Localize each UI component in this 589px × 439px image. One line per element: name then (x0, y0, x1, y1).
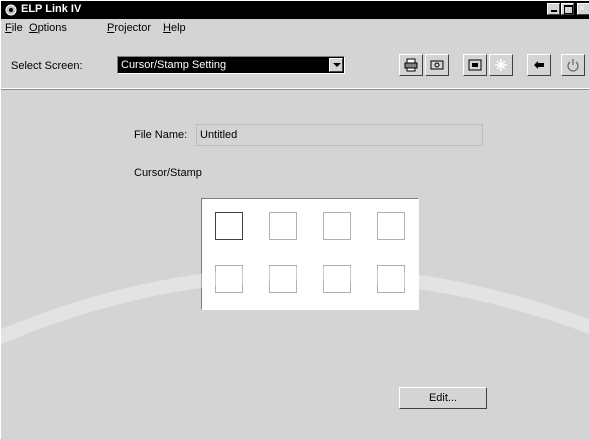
minimize-button[interactable] (547, 3, 560, 15)
maximize-button[interactable] (561, 3, 574, 15)
stamp-slot-5[interactable] (215, 265, 243, 293)
maximize-icon (564, 5, 573, 14)
stamp-slot-3[interactable] (323, 212, 351, 240)
window-title: ELP Link IV (21, 3, 82, 15)
stamp-slot-4[interactable] (377, 212, 405, 240)
menu-projector[interactable]: Projector (107, 22, 151, 34)
pointer-icon (534, 61, 544, 69)
stamp-slot-6[interactable] (269, 265, 297, 293)
title-bar: ELP Link IV × (1, 1, 589, 19)
sparkle-icon (495, 59, 507, 71)
capture-button[interactable] (425, 54, 449, 76)
file-name-label: File Name: (134, 129, 188, 141)
minimize-icon (551, 10, 557, 12)
menu-file[interactable]: File (5, 22, 23, 34)
menu-help[interactable]: Help (163, 22, 186, 34)
file-name-value: Untitled (200, 129, 238, 141)
printer-icon (404, 58, 418, 72)
stamp-slot-8[interactable] (377, 265, 405, 293)
power-icon (567, 59, 579, 72)
select-screen-label: Select Screen: (11, 60, 83, 72)
screen-icon (468, 59, 482, 71)
stamp-slot-7[interactable] (323, 265, 351, 293)
cursor-stamp-label: Cursor/Stamp (134, 167, 202, 179)
close-button[interactable]: × (577, 3, 589, 15)
effect-button[interactable] (489, 54, 513, 76)
print-button[interactable] (399, 54, 423, 76)
toolbar: Select Screen: Cursor/Stamp Setting (1, 37, 589, 89)
menu-options[interactable]: Options (29, 22, 67, 34)
cursor-stamp-panel (201, 198, 419, 310)
stamp-slot-1[interactable] (215, 212, 243, 240)
pointer-button[interactable] (527, 54, 551, 76)
select-screen-value: Cursor/Stamp Setting (121, 59, 227, 71)
camera-icon (430, 60, 444, 70)
app-window: ELP Link IV × File Options Projector Hel… (0, 0, 589, 439)
edit-button[interactable]: Edit... (399, 387, 487, 409)
stamp-slot-2[interactable] (269, 212, 297, 240)
app-icon (5, 4, 17, 16)
file-name-field: Untitled (196, 124, 483, 146)
menu-bar: File Options Projector Help (1, 19, 589, 37)
chevron-down-icon[interactable] (329, 58, 343, 72)
select-screen-dropdown[interactable]: Cursor/Stamp Setting (117, 56, 345, 74)
screen-button[interactable] (463, 54, 487, 76)
close-icon: × (579, 3, 585, 14)
power-button[interactable] (561, 54, 585, 76)
